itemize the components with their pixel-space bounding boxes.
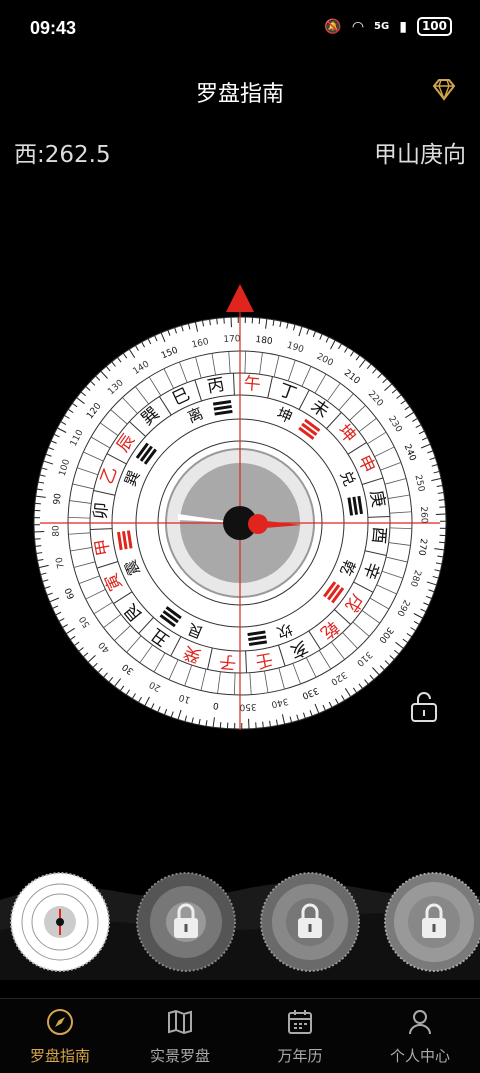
degree-label: 90	[52, 492, 63, 505]
mountain-label: 酉	[368, 526, 389, 545]
nav-profile-label: 个人中心	[389, 1047, 450, 1065]
compass-style-1[interactable]	[10, 872, 110, 972]
compass-style-3[interactable]	[260, 872, 360, 972]
trigram-symbol	[347, 495, 363, 516]
wifi-icon: ◠	[351, 18, 365, 35]
signal-icon: ▮	[399, 18, 407, 35]
nav-calendar-label: 万年历	[277, 1047, 323, 1065]
mountain-label: 甲	[92, 537, 115, 557]
compass-icon	[47, 1009, 73, 1035]
calendar-icon	[288, 1010, 312, 1034]
nav-profile[interactable]: 个人中心	[360, 1007, 480, 1066]
mountain-label: 壬	[254, 649, 274, 672]
status-bar: 09:43 🔕 ◠ 5G ▮ 100	[0, 0, 480, 58]
compass-style-selector	[0, 860, 480, 980]
bottom-nav: 罗盘指南 实景罗盘 万年历 个人中心	[0, 998, 480, 1073]
degree-label: 170	[223, 334, 241, 345]
status-time: 09:43	[30, 18, 77, 38]
trigram-symbol	[212, 400, 233, 416]
compass-style-4[interactable]	[384, 872, 480, 972]
direction-readout: 西:262.5	[14, 142, 111, 168]
nav-compass[interactable]: 罗盘指南	[0, 1007, 120, 1066]
nav-compass-label: 罗盘指南	[29, 1047, 90, 1065]
nav-calendar[interactable]: 万年历	[240, 1007, 360, 1066]
page-title: 罗盘指南	[195, 82, 284, 107]
compass-area[interactable]: 0 10 20 30 40 50 60 70 80 90 100 110 120 130 140 150 160…	[0, 270, 480, 740]
battery-icon: 100	[416, 17, 452, 36]
compass-dial[interactable]: 0102030405060708090100110120130140150160…	[0, 270, 480, 740]
mountain-label: 子	[219, 651, 238, 672]
unlock-icon[interactable]	[408, 690, 440, 724]
trigram-symbol	[247, 630, 268, 646]
nav-live-compass[interactable]: 实景罗盘	[120, 1007, 240, 1066]
status-icons: 🔕 ◠ 5G ▮ 100	[324, 17, 452, 36]
map-icon	[168, 1009, 192, 1035]
mountain-readout: 甲山庚向	[374, 142, 466, 168]
network-label: 5G	[374, 21, 390, 32]
mountain-label: 丙	[206, 375, 226, 398]
trigram-symbol	[117, 530, 133, 551]
degree-label: 350	[239, 701, 257, 712]
compass-style-2[interactable]	[136, 872, 236, 972]
mountain-label: 庚	[366, 489, 389, 509]
needle-pivot	[248, 514, 268, 534]
mountain-label: 卯	[91, 502, 112, 521]
nav-live-compass-label: 实景罗盘	[149, 1047, 210, 1065]
user-icon	[409, 1010, 431, 1035]
mountain-label: 午	[243, 374, 262, 395]
mute-icon: 🔕	[324, 18, 342, 35]
header: 罗盘指南	[0, 70, 480, 110]
degree-label: 260	[418, 506, 429, 524]
diamond-icon[interactable]	[430, 76, 458, 104]
degree-label: 80	[51, 525, 62, 537]
